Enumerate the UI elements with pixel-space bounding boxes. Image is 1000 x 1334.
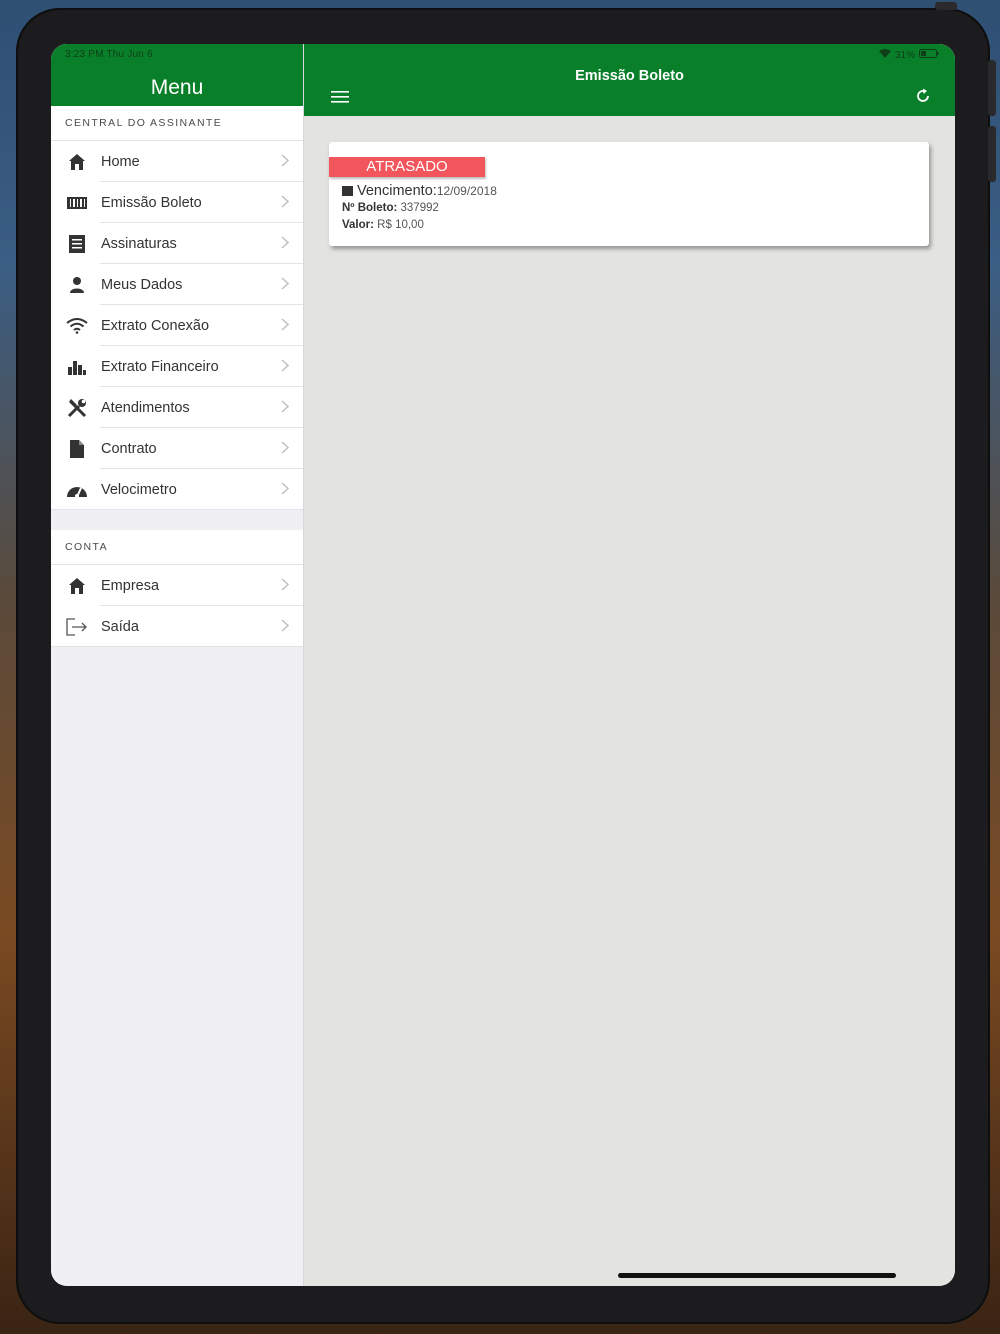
- vencimento-value: 12/09/2018: [436, 184, 497, 198]
- battery-percent: 31%: [894, 49, 915, 61]
- chevron-right-icon: [281, 195, 290, 213]
- refresh-icon[interactable]: [915, 88, 931, 104]
- chevron-right-icon: [281, 154, 290, 172]
- chevron-right-icon: [281, 400, 290, 418]
- tools-icon: [65, 398, 89, 418]
- sidebar-item-label: Atendimentos: [101, 399, 190, 416]
- main-content: 31% Emissão Boleto ATRASADO Vencimento: …: [304, 44, 955, 1286]
- sidebar-item-home[interactable]: Home: [51, 141, 303, 182]
- barcode-icon: [65, 193, 89, 213]
- sidebar-item-meus-dados[interactable]: Meus Dados: [51, 264, 303, 305]
- sidebar-item-emissao-boleto[interactable]: Emissão Boleto: [51, 182, 303, 223]
- volume-down-button: [988, 126, 996, 182]
- document-list-icon: [65, 234, 89, 254]
- chevron-right-icon: [281, 441, 290, 459]
- calendar-icon: [342, 186, 353, 196]
- sidebar-item-empresa[interactable]: Empresa: [51, 565, 303, 606]
- volume-up-button: [988, 60, 996, 116]
- boleto-value: 337992: [400, 202, 439, 214]
- logout-icon: [65, 617, 89, 637]
- vencimento-label: Vencimento:: [357, 183, 437, 199]
- user-icon: [65, 275, 89, 295]
- sidebar-header: 3:23 PM Thu Jun 6 Menu: [51, 44, 303, 106]
- vencimento-row: Vencimento: 12/09/2018: [342, 183, 497, 199]
- chevron-right-icon: [281, 482, 290, 500]
- sidebar-item-label: Assinaturas: [101, 235, 177, 252]
- sidebar-item-label: Empresa: [101, 577, 160, 594]
- battery-icon: [919, 49, 939, 61]
- status-indicators: 31%: [878, 49, 939, 61]
- valor-label: Valor:: [342, 219, 374, 231]
- building-icon: [65, 576, 89, 596]
- sidebar-item-saida[interactable]: Saída: [51, 606, 303, 647]
- home-indicator[interactable]: [618, 1273, 896, 1278]
- top-button: [935, 2, 957, 10]
- sidebar-item-label: Meus Dados: [101, 276, 183, 293]
- wifi-status-icon: [878, 49, 891, 61]
- speedometer-icon: [65, 480, 89, 500]
- sidebar-item-extrato-financeiro[interactable]: Extrato Financeiro: [51, 346, 303, 387]
- home-icon: [65, 152, 89, 172]
- wifi-icon: [65, 316, 89, 336]
- boleto-number-row: Nº Boleto: 337992: [342, 202, 439, 214]
- navigation-bar: 31% Emissão Boleto: [304, 44, 955, 116]
- chevron-right-icon: [281, 277, 290, 295]
- menu-group-central: Home Emissão Boleto Assinaturas Meus Dad…: [51, 141, 303, 510]
- sidebar-item-atendimentos[interactable]: Atendimentos: [51, 387, 303, 428]
- section-gap: [51, 510, 303, 530]
- sidebar-item-extrato-conexao[interactable]: Extrato Conexão: [51, 305, 303, 346]
- hamburger-menu-icon[interactable]: [331, 90, 351, 104]
- sidebar-item-label: Emissão Boleto: [101, 194, 202, 211]
- chevron-right-icon: [281, 619, 290, 637]
- screen: 3:23 PM Thu Jun 6 Menu CENTRAL DO ASSINA…: [51, 44, 955, 1286]
- section-header-conta: CONTA: [51, 530, 303, 565]
- sidebar-item-label: Velocimetro: [101, 481, 177, 498]
- sidebar-item-label: Extrato Financeiro: [101, 358, 219, 375]
- menu-group-conta: Empresa Saída: [51, 565, 303, 647]
- file-icon: [65, 439, 89, 459]
- sidebar-item-label: Saída: [101, 618, 139, 635]
- chevron-right-icon: [281, 578, 290, 596]
- boleto-card[interactable]: ATRASADO Vencimento: 12/09/2018 Nº Bolet…: [329, 142, 929, 246]
- sidebar-item-label: Contrato: [101, 440, 157, 457]
- sidebar-menu: 3:23 PM Thu Jun 6 Menu CENTRAL DO ASSINA…: [51, 44, 304, 1286]
- status-time-date: 3:23 PM Thu Jun 6: [65, 49, 153, 60]
- sidebar-item-contrato[interactable]: Contrato: [51, 428, 303, 469]
- menu-title: Menu: [150, 76, 204, 99]
- sidebar-item-assinaturas[interactable]: Assinaturas: [51, 223, 303, 264]
- sidebar-item-velocimetro[interactable]: Velocimetro: [51, 469, 303, 510]
- sidebar-item-label: Home: [101, 153, 140, 170]
- chevron-right-icon: [281, 359, 290, 377]
- sidebar-item-label: Extrato Conexão: [101, 317, 210, 334]
- valor-value: R$ 10,00: [377, 219, 424, 231]
- boleto-label: Nº Boleto:: [342, 202, 398, 214]
- chevron-right-icon: [281, 236, 290, 254]
- section-header-central: CENTRAL DO ASSINANTE: [51, 106, 303, 141]
- status-badge: ATRASADO: [329, 157, 485, 177]
- page-title: Emissão Boleto: [575, 68, 684, 84]
- chevron-right-icon: [281, 318, 290, 336]
- valor-row: Valor: R$ 10,00: [342, 219, 424, 231]
- bar-chart-icon: [65, 357, 89, 377]
